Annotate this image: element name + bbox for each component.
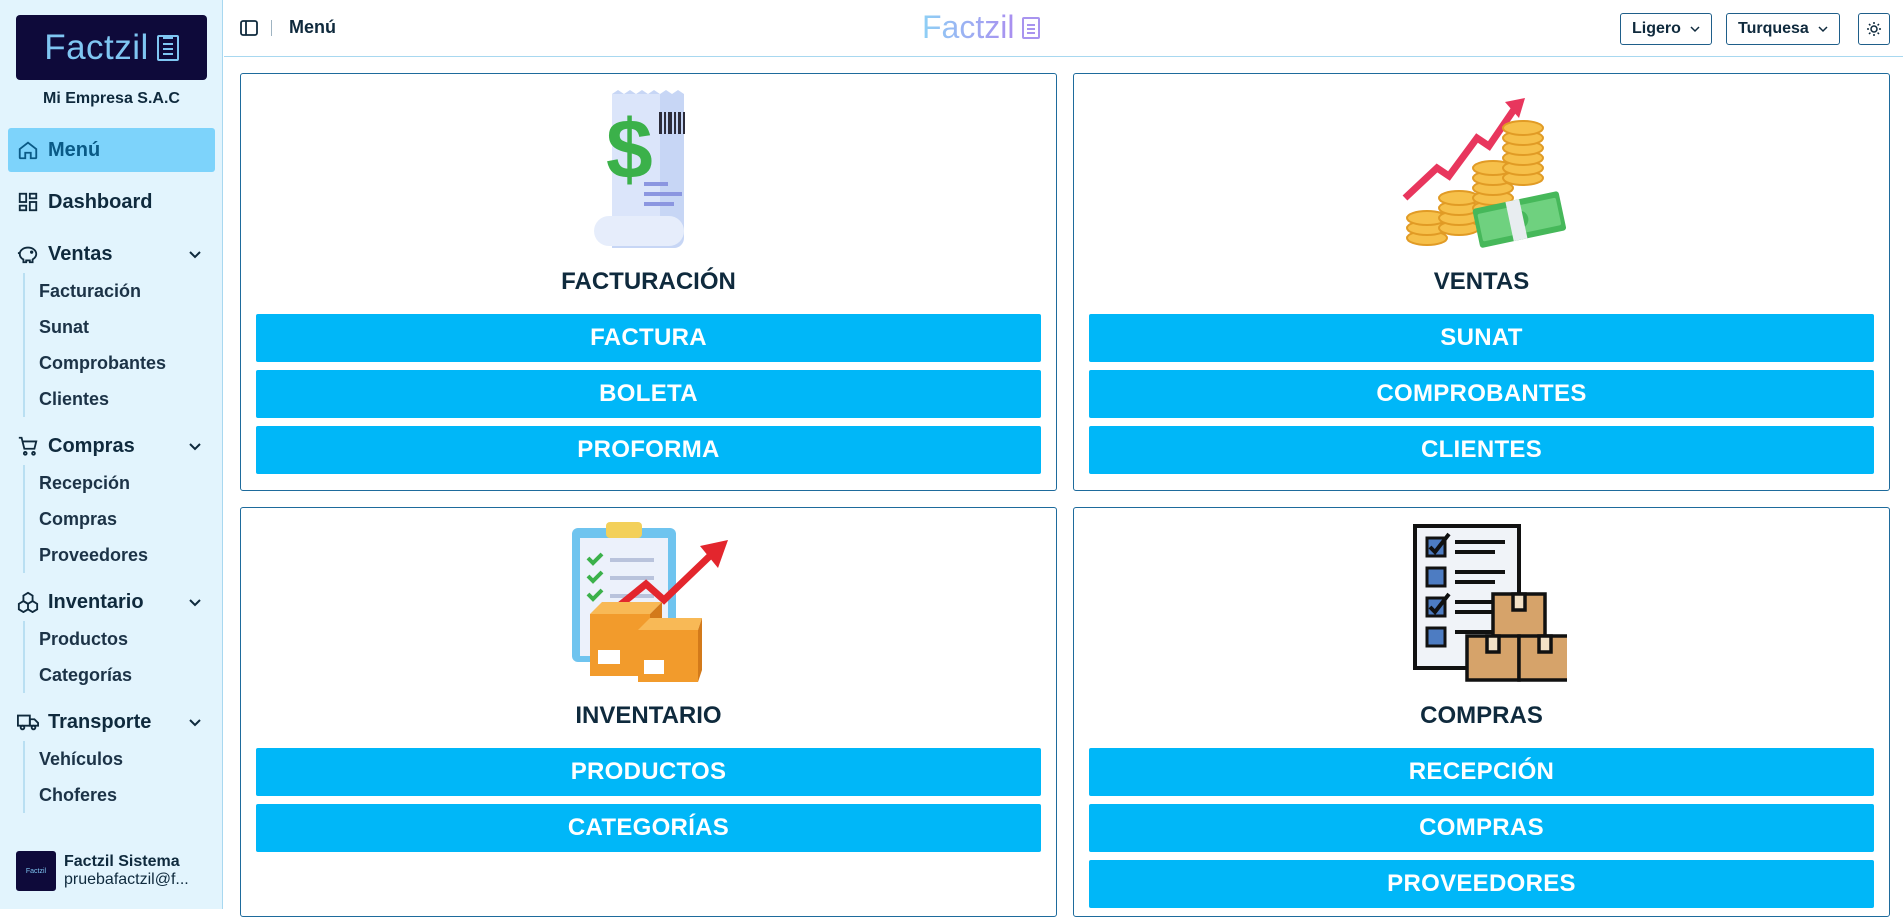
card-inventario: INVENTARIO PRODUCTOS CATEGORÍAS [240, 507, 1057, 917]
factura-button[interactable]: FACTURA [256, 314, 1041, 362]
sidebar-item-transporte[interactable]: Transporte [8, 700, 215, 744]
chevron-down-icon[interactable] [187, 437, 203, 460]
page-title: Menú [289, 17, 336, 37]
sidebar-subitem-categorias[interactable]: Categorías [25, 657, 132, 693]
piggy-bank-icon [16, 242, 40, 266]
proveedores-button[interactable]: PROVEEDORES [1089, 860, 1874, 908]
sidebar-toggle-icon[interactable] [240, 19, 258, 42]
proforma-button[interactable]: PROFORMA [256, 426, 1041, 474]
theme-toggle-button[interactable] [1858, 13, 1890, 45]
document-icon [156, 34, 179, 61]
productos-button[interactable]: PRODUCTOS [256, 748, 1041, 796]
categorias-button[interactable]: CATEGORÍAS [256, 804, 1041, 852]
inventario-submenu: Productos Categorías [23, 621, 132, 693]
sidebar-item-ventas[interactable]: Ventas [8, 232, 215, 276]
transporte-submenu: Vehículos Choferes [23, 741, 123, 813]
sidebar-logo[interactable]: Factzil [16, 15, 207, 80]
sidebar-subitem-compras[interactable]: Compras [25, 501, 148, 537]
mode-select-value: Ligero [1632, 20, 1681, 37]
header-logo: Factzil [922, 9, 1041, 46]
theme-select[interactable]: Turquesa [1726, 13, 1840, 45]
user-name: Factzil Sistema [64, 853, 180, 870]
card-compras: COMPRAS RECEPCIÓN COMPRAS PROVEEDORES [1073, 507, 1890, 917]
sidebar-item-menu[interactable]: Menú [8, 128, 215, 172]
sun-icon [1867, 22, 1881, 36]
svg-text:$: $ [606, 102, 653, 196]
sunat-button[interactable]: SUNAT [1089, 314, 1874, 362]
sidebar-item-label: Menú [48, 138, 101, 161]
home-icon [16, 138, 40, 162]
card-title: VENTAS [1433, 268, 1530, 295]
dashboard-icon [16, 190, 40, 214]
sidebar-subitem-productos[interactable]: Productos [25, 621, 132, 657]
header-logo-text: Factzil [922, 9, 1015, 45]
avatar: Factzil [16, 851, 56, 891]
chevron-down-icon [1690, 26, 1700, 33]
cart-icon [16, 434, 40, 458]
document-icon [1022, 16, 1041, 39]
sidebar-item-label: Dashboard [48, 190, 153, 213]
sidebar-subitem-sunat[interactable]: Sunat [25, 309, 166, 345]
chevron-down-icon [1818, 26, 1828, 33]
sidebar-item-label: Compras [48, 434, 135, 457]
comprobantes-button[interactable]: COMPROBANTES [1089, 370, 1874, 418]
theme-select-value: Turquesa [1738, 20, 1809, 37]
sidebar: Factzil Mi Empresa S.A.C Menú Dashboard … [0, 0, 223, 909]
sidebar-subitem-clientes[interactable]: Clientes [25, 381, 166, 417]
user-profile[interactable]: Factzil Factzil Sistema pruebafactzil@f.… [16, 851, 189, 891]
compras-submenu: Recepción Compras Proveedores [23, 465, 148, 573]
inventory-clipboard-icon [571, 522, 728, 682]
sales-growth-icon [1402, 98, 1566, 248]
sidebar-subitem-proveedores[interactable]: Proveedores [25, 537, 148, 573]
sidebar-item-label: Ventas [48, 242, 113, 265]
sidebar-subitem-facturacion[interactable]: Facturación [25, 273, 166, 309]
sidebar-subitem-recepcion[interactable]: Recepción [25, 465, 148, 501]
header-divider [271, 20, 272, 36]
card-ventas: VENTAS SUNAT COMPROBANTES CLIENTES [1073, 73, 1890, 491]
sidebar-item-label: Transporte [48, 710, 152, 733]
user-email: pruebafactzil@f... [64, 871, 189, 888]
company-name: Mi Empresa S.A.C [43, 90, 180, 107]
card-title: COMPRAS [1420, 702, 1543, 729]
sidebar-subitem-comprobantes[interactable]: Comprobantes [25, 345, 166, 381]
sidebar-item-inventario[interactable]: Inventario [8, 580, 215, 624]
sidebar-subitem-choferes[interactable]: Choferes [25, 777, 123, 813]
card-facturacion: $ FACTURACIÓN FACTURA BOLETA PROFORMA [240, 73, 1057, 491]
top-header: Menú Factzil Ligero Turquesa [224, 0, 1903, 57]
card-title: FACTURACIÓN [561, 268, 736, 295]
purchase-checklist-icon [1412, 524, 1567, 682]
mode-select[interactable]: Ligero [1620, 13, 1712, 45]
boxes-icon [16, 590, 40, 614]
boleta-button[interactable]: BOLETA [256, 370, 1041, 418]
chevron-down-icon[interactable] [187, 245, 203, 268]
sidebar-item-dashboard[interactable]: Dashboard [8, 180, 215, 224]
sidebar-item-label: Inventario [48, 590, 144, 613]
sidebar-subitem-vehiculos[interactable]: Vehículos [25, 741, 123, 777]
card-title: INVENTARIO [575, 702, 722, 729]
compras-button[interactable]: COMPRAS [1089, 804, 1874, 852]
logo-text: Factzil [44, 27, 149, 67]
chevron-down-icon[interactable] [187, 593, 203, 616]
clientes-button[interactable]: CLIENTES [1089, 426, 1874, 474]
receipt-dollar-icon: $ [593, 90, 685, 248]
recepcion-button[interactable]: RECEPCIÓN [1089, 748, 1874, 796]
ventas-submenu: Facturación Sunat Comprobantes Clientes [23, 273, 166, 417]
chevron-down-icon[interactable] [187, 713, 203, 736]
truck-icon [16, 710, 40, 734]
sidebar-item-compras[interactable]: Compras [8, 424, 215, 468]
